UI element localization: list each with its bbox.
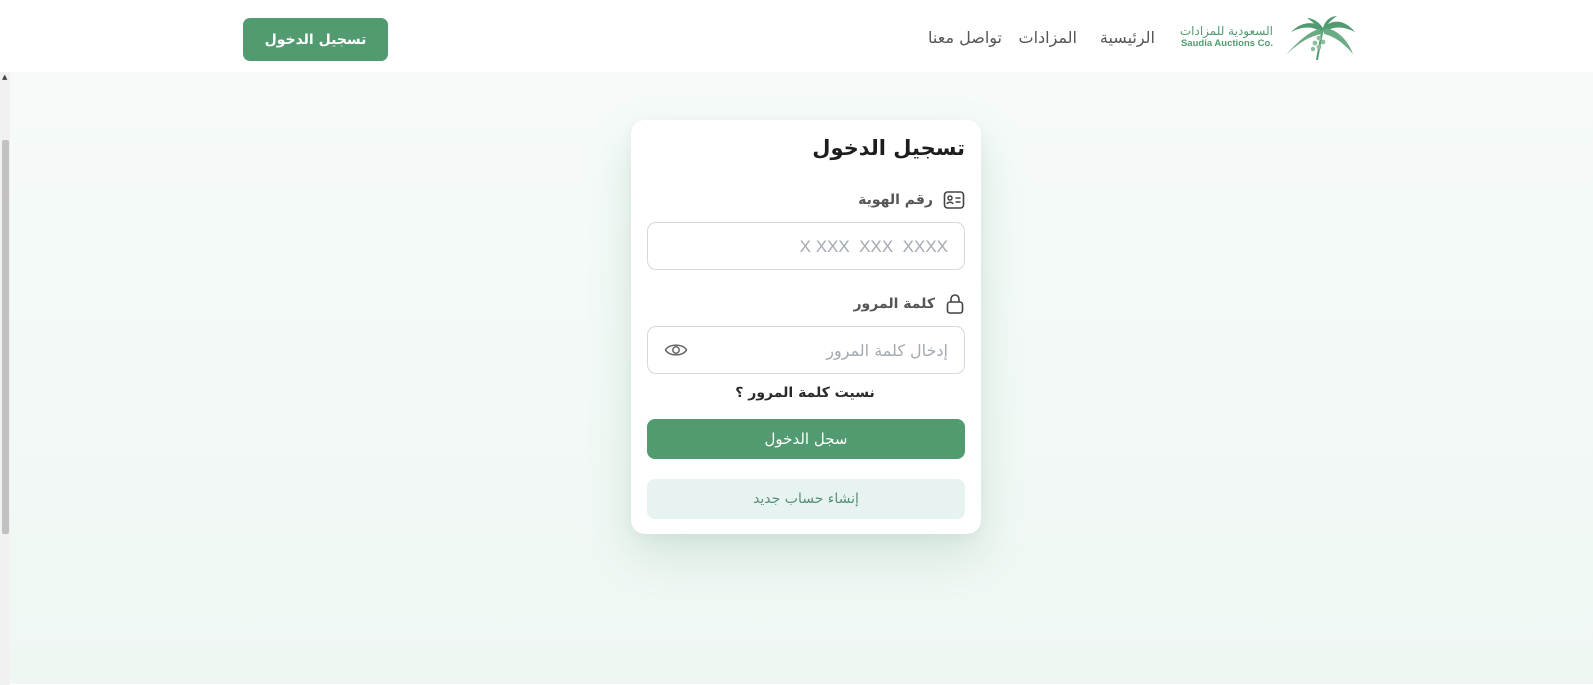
nav-auctions[interactable]: المزادات	[1019, 28, 1077, 52]
password-label-row: كلمة المرور	[853, 292, 965, 316]
id-label-row: رقم الهوية	[858, 188, 965, 212]
password-field-container	[647, 326, 965, 374]
palm-icon	[1285, 16, 1355, 61]
top-header: تسجيل الدخول تواصل معنا المزادات الرئيسي…	[0, 0, 1593, 73]
nav-contact[interactable]: تواصل معنا	[928, 28, 1002, 52]
login-card: تسجيل الدخول رقم الهوية كلمة المرور نسيت…	[631, 120, 981, 534]
id-label: رقم الهوية	[858, 192, 933, 208]
id-number-input[interactable]	[648, 223, 964, 269]
nav-home[interactable]: الرئيسية	[1100, 28, 1155, 52]
login-title: تسجيل الدخول	[812, 136, 965, 160]
forgot-password-link[interactable]: نسيت كلمة المرور ؟	[647, 385, 963, 401]
id-card-icon	[943, 191, 965, 209]
brand-name-arabic: السعودية للمزادات	[1179, 24, 1273, 38]
password-label: كلمة المرور	[853, 296, 935, 312]
brand-logo[interactable]: السعودية للمزادات Saudia Auctions Co.	[1177, 14, 1357, 64]
password-input[interactable]	[648, 327, 964, 373]
scrollbar-thumb[interactable]	[2, 140, 9, 534]
brand-name-english: Saudia Auctions Co.	[1180, 38, 1273, 49]
brand-logo-text: السعودية للمزادات Saudia Auctions Co.	[1173, 24, 1273, 50]
eye-icon[interactable]	[664, 340, 688, 360]
lock-icon	[946, 294, 964, 314]
create-account-button[interactable]: إنشاء حساب جديد	[647, 479, 965, 519]
id-field-container	[647, 222, 965, 270]
scroll-up-arrow-icon[interactable]: ▲	[2, 73, 10, 81]
login-submit-button[interactable]: سجل الدخول	[647, 419, 965, 459]
header-login-button[interactable]: تسجيل الدخول	[243, 18, 388, 61]
